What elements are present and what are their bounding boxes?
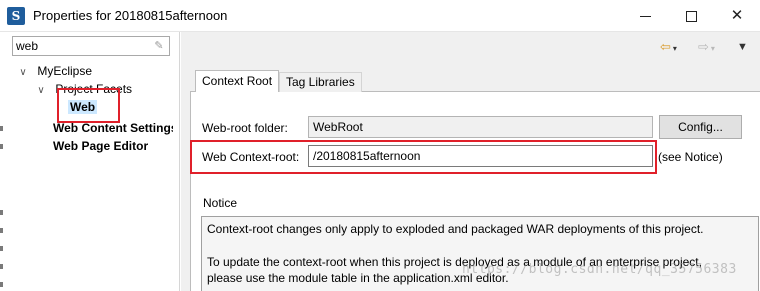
see-notice-text: (see Notice) bbox=[658, 150, 723, 164]
chevron-down-icon: ▾ bbox=[710, 44, 715, 53]
tree-item-label: MyEclipse bbox=[37, 64, 93, 78]
tree-item-web-content-settings[interactable]: Web Content Settings bbox=[53, 120, 173, 136]
notice-line-1: Context-root changes only apply to explo… bbox=[207, 222, 704, 236]
watermark: https://blog.csdn.net/qq_35756383 bbox=[462, 262, 737, 277]
tree-item-label: Web bbox=[68, 100, 98, 114]
minimize-icon bbox=[639, 15, 651, 17]
tab-tag-libraries[interactable]: Tag Libraries bbox=[279, 72, 362, 92]
notice-box: Context-root changes only apply to explo… bbox=[201, 216, 759, 291]
minimize-button[interactable] bbox=[622, 0, 668, 31]
forward-arrow-icon: ⇨ bbox=[698, 39, 709, 54]
maximize-icon bbox=[685, 10, 697, 22]
config-button[interactable]: Config... bbox=[659, 115, 742, 139]
tree-item-web-page-editor[interactable]: Web Page Editor bbox=[53, 138, 148, 154]
tree-item-web[interactable]: Web bbox=[68, 99, 98, 115]
notice-title: Notice bbox=[203, 196, 238, 210]
filter-input[interactable]: web ✎ bbox=[12, 36, 170, 56]
clear-filter-icon[interactable]: ✎ bbox=[152, 38, 166, 54]
close-icon: ✕ bbox=[730, 7, 744, 24]
tree-item-myeclipse[interactable]: ∨ MyEclipse bbox=[18, 63, 92, 79]
view-menu-button[interactable]: ▼ bbox=[737, 40, 748, 54]
tab-context-root[interactable]: Context Root bbox=[195, 70, 280, 92]
back-arrow-icon: ⇦ bbox=[660, 39, 671, 54]
web-root-label: Web-root folder: bbox=[202, 121, 288, 135]
context-root-label: Web Context-root: bbox=[202, 150, 300, 164]
web-root-field: WebRoot bbox=[308, 116, 653, 138]
close-button[interactable]: ✕ bbox=[714, 0, 760, 31]
tree-item-label: Web Content Settings bbox=[53, 121, 173, 135]
chevron-down-icon[interactable]: ∨ bbox=[18, 65, 28, 81]
window-title: Properties for 20180815afternoon bbox=[33, 8, 228, 23]
filter-text: web bbox=[16, 39, 39, 53]
view-menu-icon: ▼ bbox=[737, 41, 748, 53]
context-root-input[interactable]: /20180815afternoon bbox=[308, 145, 653, 167]
tree-item-label: Web Page Editor bbox=[53, 139, 149, 153]
app-icon: S bbox=[7, 7, 25, 25]
maximize-button[interactable] bbox=[668, 0, 714, 31]
chevron-down-icon: ▾ bbox=[672, 44, 677, 53]
left-edge-marks bbox=[0, 120, 4, 290]
chevron-down-icon[interactable]: ∨ bbox=[36, 83, 46, 99]
back-button[interactable]: ⇦ ▾ bbox=[660, 40, 677, 54]
forward-button[interactable]: ⇨ ▾ bbox=[698, 40, 715, 54]
